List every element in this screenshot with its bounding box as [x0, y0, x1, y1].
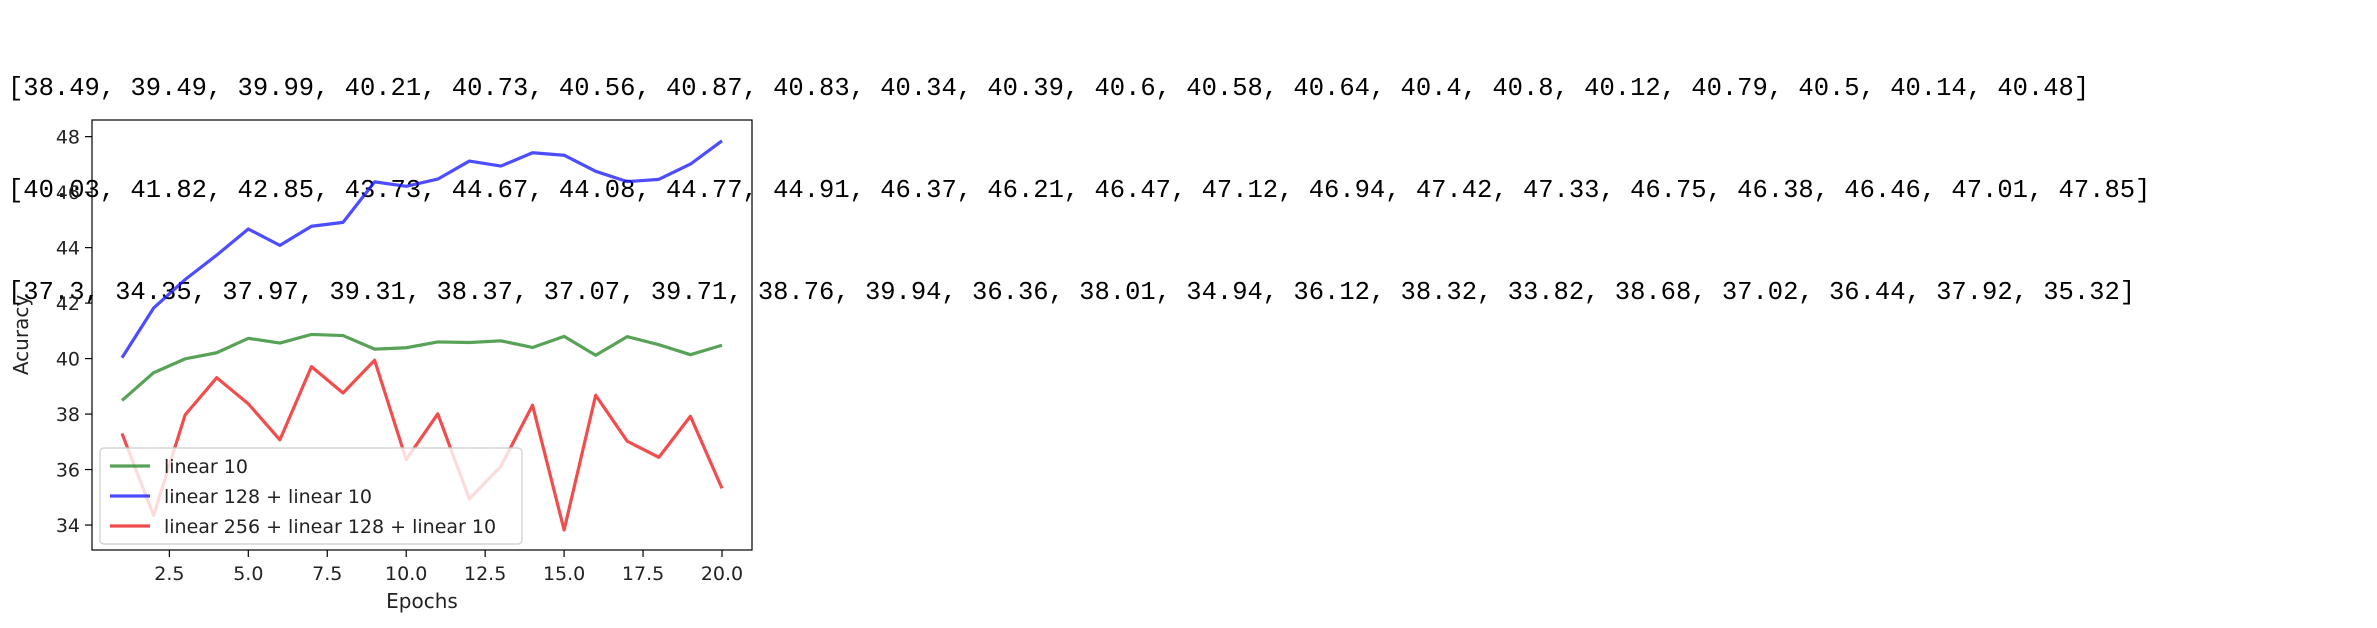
x-tick-label: 20.0: [701, 563, 743, 585]
series-line-2: [120, 139, 723, 359]
y-tick-label: 36: [56, 460, 80, 482]
legend-label: linear 10: [164, 456, 248, 478]
legend-label: linear 256 + linear 128 + linear 10: [164, 516, 496, 538]
x-tick-label: 15.0: [543, 563, 585, 585]
y-tick-label: 44: [56, 238, 80, 260]
x-tick-label: 12.5: [464, 563, 506, 585]
x-tick-label: 17.5: [622, 563, 664, 585]
y-tick-label: 46: [56, 182, 80, 204]
y-axis-ticks: 34 36 38 40 42 44 46 48: [56, 127, 92, 537]
x-axis-ticks: 2.5 5.0 7.5 10.0 12.5 15.0 17.5 20.0: [154, 550, 743, 585]
y-tick-label: 48: [56, 127, 80, 149]
y-tick-label: 40: [56, 349, 80, 371]
x-tick-label: 2.5: [154, 563, 184, 585]
x-axis-label: Epochs: [386, 589, 458, 613]
x-tick-label: 5.0: [233, 563, 263, 585]
x-tick-label: 7.5: [312, 563, 342, 585]
y-tick-label: 38: [56, 404, 80, 426]
y-axis-label: Acuracy: [9, 295, 33, 375]
accuracy-line-chart: linear 10 linear 128 + linear 10 linear 25…: [9, 119, 753, 613]
legend: linear 10 linear 128 + linear 10 linear 25…: [99, 447, 523, 545]
y-tick-label: 34: [56, 515, 80, 537]
legend-label: linear 128 + linear 10: [164, 486, 372, 508]
series-line-1: [120, 332, 723, 402]
output-line-1: [38.49, 39.49, 39.99, 40.21, 40.73, 40.5…: [8, 74, 2090, 103]
y-tick-label: 42: [56, 293, 80, 315]
x-tick-label: 10.0: [385, 563, 427, 585]
